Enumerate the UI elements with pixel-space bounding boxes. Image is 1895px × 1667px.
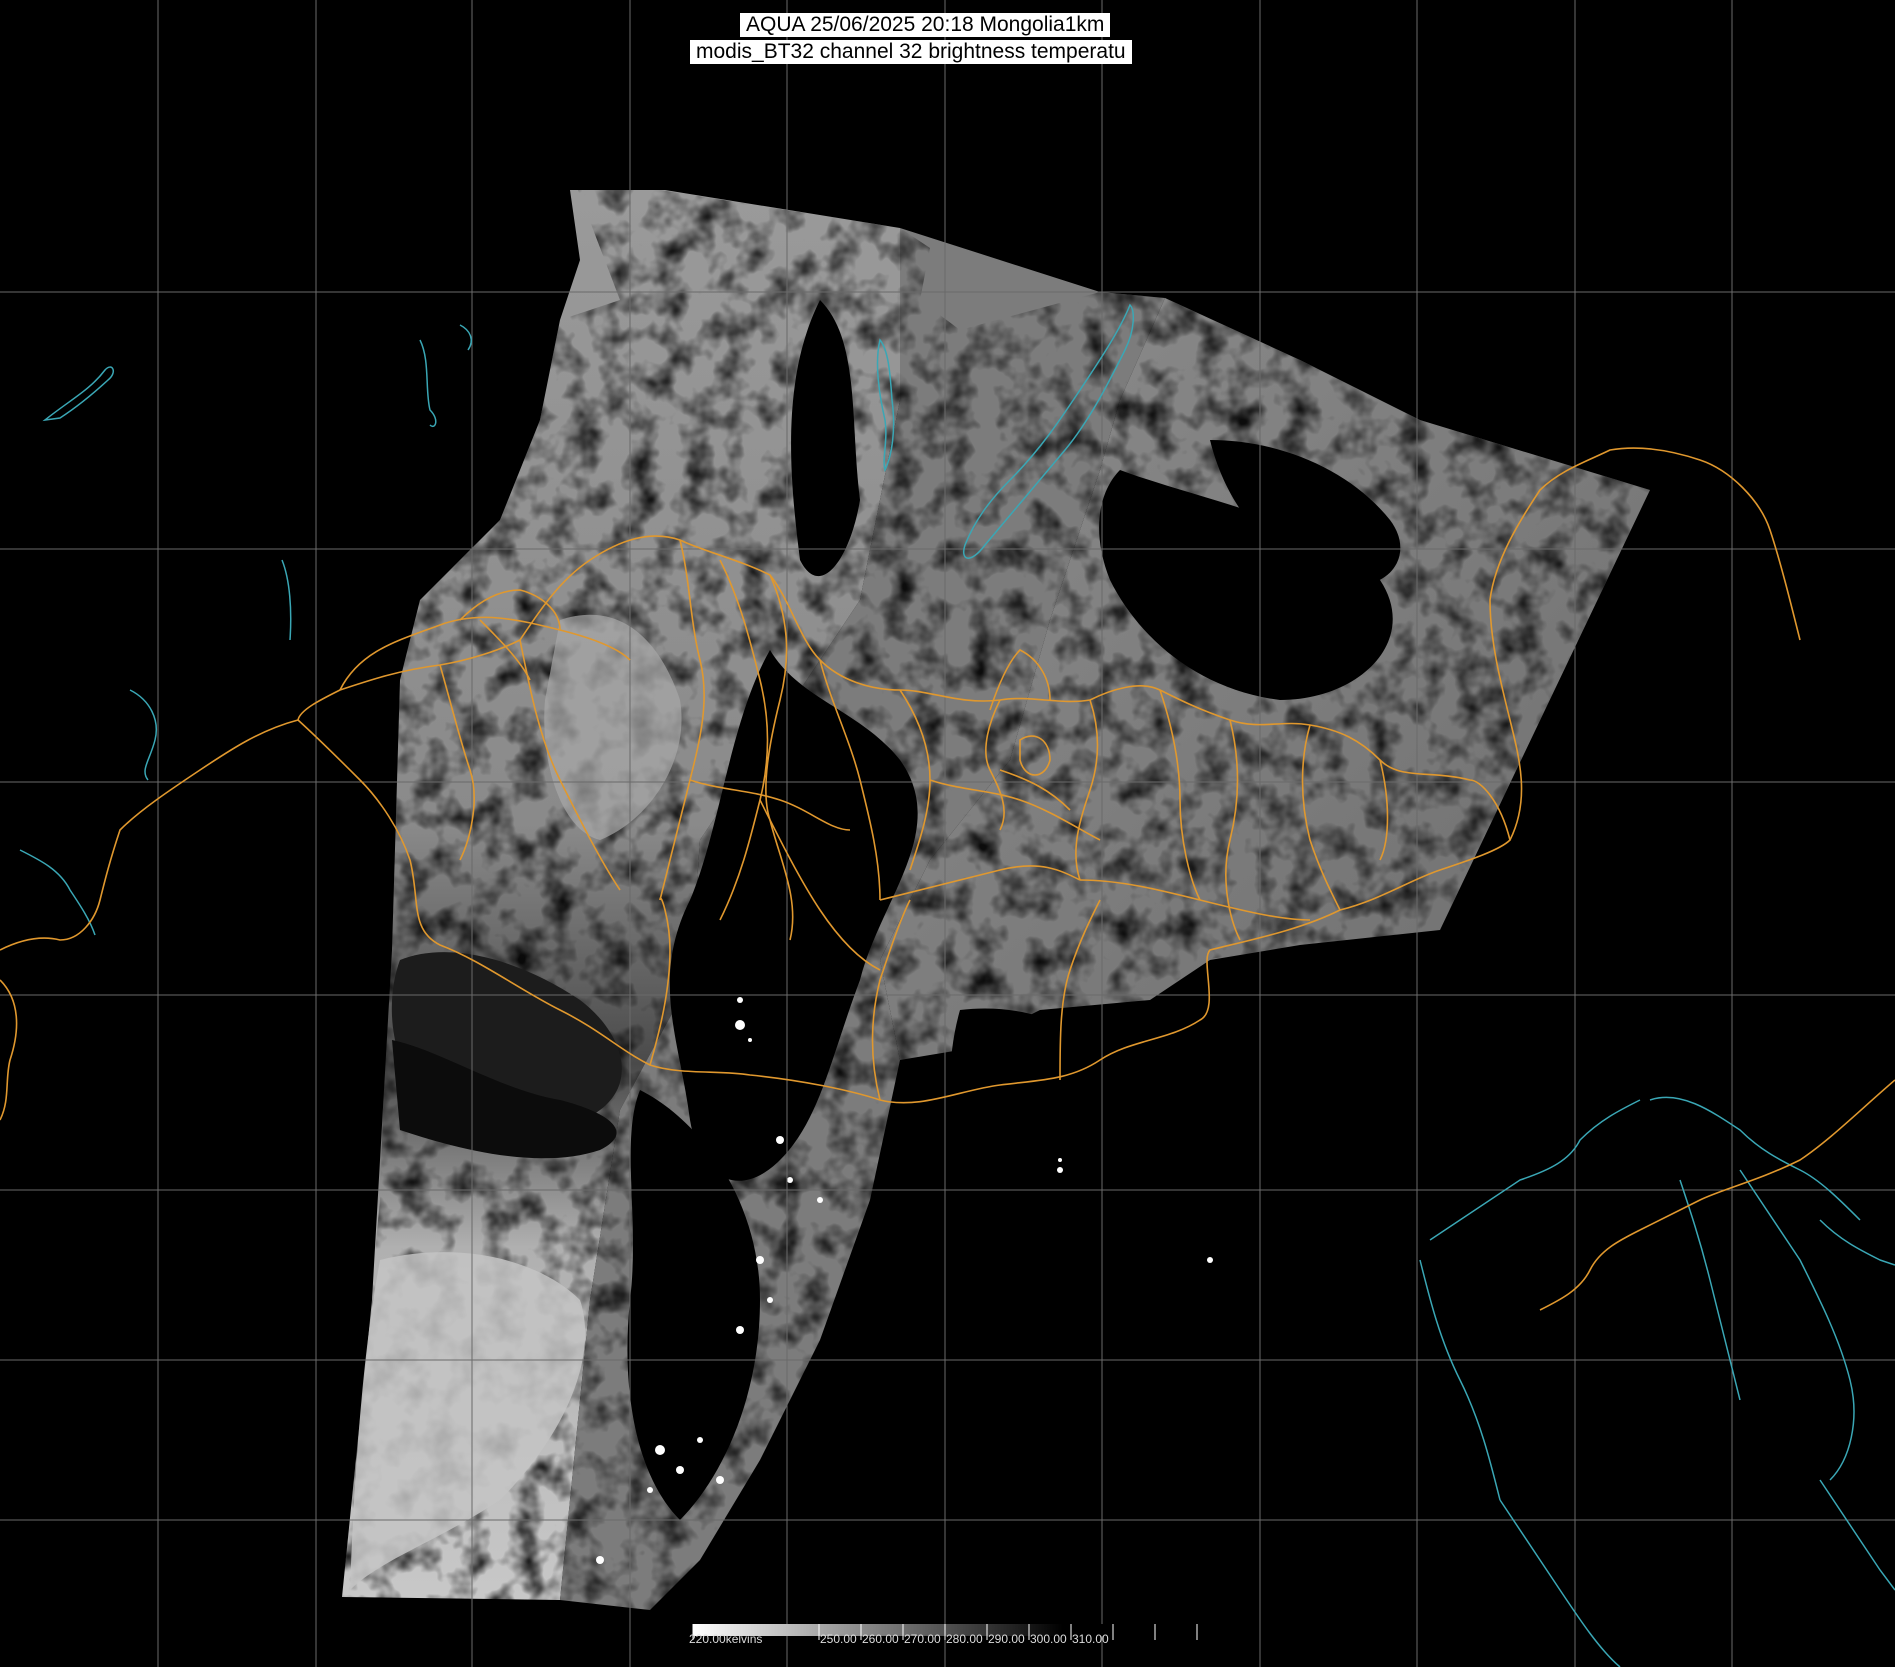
legend-label-300: 300.00: [1030, 1632, 1067, 1646]
satellite-map: [0, 0, 1895, 1667]
legend-label-260: 260.00: [862, 1632, 899, 1646]
legend-label-min: 220.00kelvins: [689, 1632, 763, 1646]
satellite-swath: [342, 190, 1650, 1610]
map-title: AQUA 25/06/2025 20:18 Mongolia1km: [740, 13, 1111, 37]
legend-label-290: 290.00: [988, 1632, 1025, 1646]
legend-label-270: 270.00: [904, 1632, 941, 1646]
legend-label-280: 280.00: [946, 1632, 983, 1646]
map-subtitle: modis_BT32 channel 32 brightness tempera…: [690, 40, 1132, 64]
legend-label-310: 310.00: [1072, 1632, 1109, 1646]
legend-label-250: 250.00: [820, 1632, 857, 1646]
